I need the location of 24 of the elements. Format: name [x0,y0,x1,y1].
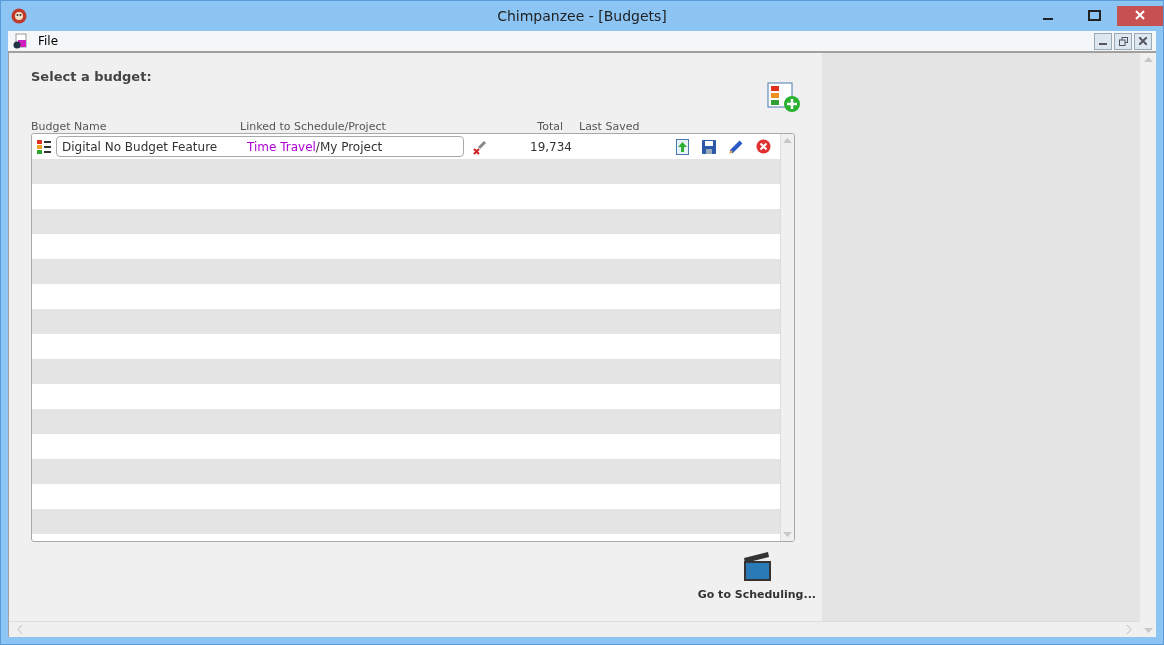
window-title: Chimpanzee - [Budgets] [497,8,667,24]
budget-total: 19,734 [529,139,572,154]
monkey-icon [11,8,27,24]
close-icon[interactable] [1117,6,1163,26]
schedule-link[interactable]: Time Travel [247,139,316,154]
close-button[interactable] [1134,32,1152,50]
budget-name: Digital No Budget Feature [62,139,219,154]
column-header: Linked to Schedule/Project [240,120,387,133]
restore-button[interactable] [1114,32,1132,50]
go-to-scheduling-button[interactable]: Go to Scheduling... [697,550,816,601]
restore-icon [1118,36,1128,46]
column-header: Total [536,120,563,133]
project-name: /My Project [315,139,383,154]
column-header: Last Saved [578,120,641,133]
add-budget-icon[interactable] [767,81,801,113]
budget-name-field[interactable]: Digital No Budget Feature Time Travel/My Project [56,136,464,157]
column-header: Budget Name [31,120,108,133]
clapperboard-icon [741,550,772,582]
section-heading: Select a budget: [31,69,152,84]
minimize-button[interactable] [1094,32,1112,50]
budget-list-icon [36,138,52,155]
menu-item[interactable]: File [34,34,63,48]
unlink-icon[interactable] [472,138,488,155]
close-icon [1139,37,1147,45]
